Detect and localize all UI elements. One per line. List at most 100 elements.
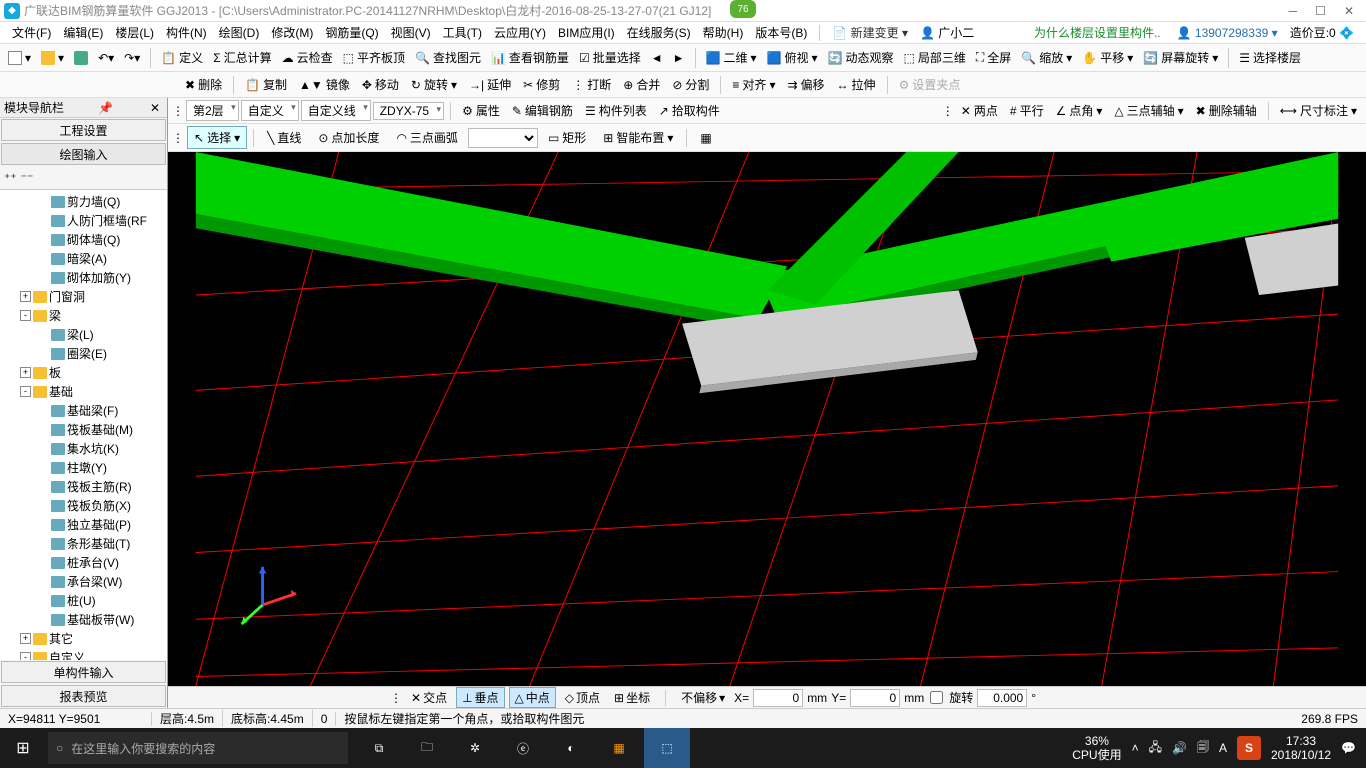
project-settings-button[interactable]: 工程设置 bbox=[1, 119, 166, 141]
find-button[interactable]: 🔍 查找图元 bbox=[411, 47, 485, 68]
select-button[interactable]: ↖ 选择 ▾ bbox=[187, 126, 247, 149]
phone-label[interactable]: 👤 13907298339 ▾ bbox=[1171, 24, 1284, 42]
taskbar-app-edge[interactable]: ⓔ bbox=[500, 728, 546, 768]
taskbar-search[interactable]: ○ 在这里输入你要搜索的内容 bbox=[48, 732, 348, 764]
three-point-aux-button[interactable]: △ 三点辅轴 ▾ bbox=[1109, 100, 1188, 121]
task-view-icon[interactable]: ⧉ bbox=[356, 728, 402, 768]
start-button[interactable]: ⊞ bbox=[0, 728, 46, 768]
tree-item[interactable]: 暗梁(A) bbox=[0, 249, 167, 268]
define-button[interactable]: 📋 定义 bbox=[157, 47, 207, 68]
two-point-button[interactable]: ✕ 两点 bbox=[956, 100, 1003, 121]
rotate-button[interactable]: ↻ 旋转 ▾ bbox=[406, 74, 462, 95]
expand-icon[interactable]: ⁺⁺ bbox=[4, 171, 17, 185]
tree-item[interactable]: 集水坑(K) bbox=[0, 439, 167, 458]
tree-item[interactable]: +其它 bbox=[0, 629, 167, 648]
tree-item[interactable]: +板 bbox=[0, 363, 167, 382]
open-file-button[interactable]: ▾ bbox=[37, 49, 68, 67]
extra-button[interactable]: ▦ bbox=[693, 128, 718, 148]
pan-button[interactable]: ✋ 平移 ▾ bbox=[1078, 47, 1137, 68]
trim-button[interactable]: ✂ 修剪 bbox=[518, 74, 565, 95]
edit-rebar-button[interactable]: ✎ 编辑钢筋 bbox=[507, 100, 578, 121]
viewport-canvas[interactable] bbox=[168, 152, 1366, 686]
break-button[interactable]: ⋮ 打断 bbox=[567, 74, 616, 95]
nav-prev-button[interactable]: ◄ bbox=[647, 49, 667, 67]
view-rebar-button[interactable]: 📊 查看钢筋量 bbox=[487, 47, 573, 68]
level-button[interactable]: ⬚ 平齐板顶 bbox=[339, 47, 409, 68]
point-length-button[interactable]: ⊙ 点加长度 bbox=[311, 126, 386, 149]
tree-item[interactable]: 独立基础(P) bbox=[0, 515, 167, 534]
tree-item[interactable]: 筏板基础(M) bbox=[0, 420, 167, 439]
maximize-button[interactable]: ☐ bbox=[1315, 4, 1326, 18]
local3d-button[interactable]: ⬚ 局部三维 bbox=[899, 47, 969, 68]
tree-item[interactable]: 砌体加筋(Y) bbox=[0, 268, 167, 287]
tree-expander-icon[interactable]: + bbox=[20, 367, 31, 378]
line-button[interactable]: ╲ 直线 bbox=[260, 126, 308, 149]
rect-button[interactable]: ▭ 矩形 bbox=[541, 126, 593, 149]
redo-button[interactable]: ↷▾ bbox=[120, 49, 144, 67]
tree-item[interactable]: -梁 bbox=[0, 306, 167, 325]
minimize-button[interactable]: ─ bbox=[1289, 4, 1298, 18]
point-angle-button[interactable]: ∠ 点角 ▾ bbox=[1051, 100, 1108, 121]
menu-rebar[interactable]: 钢筋量(Q) bbox=[319, 22, 384, 43]
tray-battery-icon[interactable]: 🗐 bbox=[1197, 738, 1209, 759]
tree-expander-icon[interactable]: - bbox=[20, 310, 31, 321]
tree-item[interactable]: 人防门框墙(RF bbox=[0, 211, 167, 230]
tree-item[interactable]: 桩承台(V) bbox=[0, 553, 167, 572]
name-dropdown[interactable]: ZDYX-75 bbox=[373, 102, 444, 120]
panel-close-icon[interactable]: ✕ bbox=[147, 101, 163, 115]
split-button[interactable]: ⊘ 分割 bbox=[667, 74, 714, 95]
tree-expander-icon[interactable]: + bbox=[20, 291, 31, 302]
tray-volume-icon[interactable]: 🔊 bbox=[1172, 741, 1187, 755]
menu-file[interactable]: 文件(F) bbox=[6, 22, 57, 43]
type-dropdown[interactable]: 自定义线 bbox=[301, 100, 371, 121]
snap-coord[interactable]: ⊞ 坐标 bbox=[609, 688, 655, 707]
align-button[interactable]: ≡ 对齐 ▾ bbox=[727, 74, 780, 95]
tree-item[interactable]: 承台梁(W) bbox=[0, 572, 167, 591]
rotate-input[interactable] bbox=[977, 689, 1027, 707]
taskbar-app-4[interactable]: ▦ bbox=[596, 728, 642, 768]
tree-item[interactable]: 圈梁(E) bbox=[0, 344, 167, 363]
pick-member-button[interactable]: ↗ 拾取构件 bbox=[654, 100, 725, 121]
tray-network-icon[interactable]: 🖧 bbox=[1149, 738, 1162, 759]
taskbar-app-3[interactable]: ◐ bbox=[548, 728, 594, 768]
delete-button[interactable]: ✖ 删除 bbox=[180, 74, 227, 95]
notification-badge[interactable]: 76 bbox=[730, 0, 756, 18]
mirror-button[interactable]: ▲▼ 镜像 bbox=[294, 74, 355, 95]
tree-item[interactable]: -基础 bbox=[0, 382, 167, 401]
tree-item[interactable]: -自定义 bbox=[0, 648, 167, 660]
floor-dropdown[interactable]: 第2层 bbox=[186, 100, 239, 121]
snap-intersect[interactable]: ✕ 交点 bbox=[406, 688, 452, 707]
taskbar-app-2[interactable]: ✲ bbox=[452, 728, 498, 768]
undo-button[interactable]: ↶▾ bbox=[94, 49, 118, 67]
menu-floor[interactable]: 楼层(L) bbox=[109, 22, 160, 43]
menu-edit[interactable]: 编辑(E) bbox=[57, 22, 109, 43]
menu-view[interactable]: 视图(V) bbox=[385, 22, 437, 43]
menu-bim[interactable]: BIM应用(I) bbox=[552, 22, 621, 43]
new-file-button[interactable]: ▾ bbox=[4, 49, 35, 67]
tray-up-icon[interactable]: ˄ bbox=[1132, 741, 1139, 755]
tree-expander-icon[interactable]: - bbox=[20, 386, 31, 397]
extend-button[interactable]: →| 延伸 bbox=[464, 74, 516, 95]
single-member-button[interactable]: 单构件输入 bbox=[1, 661, 166, 683]
menu-version[interactable]: 版本号(B) bbox=[749, 22, 813, 43]
smart-place-button[interactable]: ⊞ 智能布置 ▾ bbox=[596, 126, 680, 149]
tree-item[interactable]: 条形基础(T) bbox=[0, 534, 167, 553]
new-change-button[interactable]: 📄 新建变更 ▾ bbox=[826, 22, 914, 43]
menu-draw[interactable]: 绘图(D) bbox=[213, 22, 266, 43]
report-preview-button[interactable]: 报表预览 bbox=[1, 685, 166, 707]
close-button[interactable]: ✕ bbox=[1344, 4, 1354, 18]
category-dropdown[interactable]: 自定义 bbox=[241, 100, 299, 121]
collapse-icon[interactable]: ⁻⁻ bbox=[21, 171, 34, 185]
fullscreen-button[interactable]: ⛶ 全屏 bbox=[972, 47, 1015, 68]
tray-notifications-icon[interactable]: 💬 bbox=[1341, 741, 1356, 755]
screen-rotate-button[interactable]: 🔄 屏幕旋转 ▾ bbox=[1139, 47, 1222, 68]
tree-item[interactable]: +门窗洞 bbox=[0, 287, 167, 306]
tree-expander-icon[interactable]: + bbox=[20, 633, 31, 644]
view2d-button[interactable]: 🟦 二维 ▾ bbox=[702, 47, 761, 68]
x-input[interactable] bbox=[753, 689, 803, 707]
tree-item[interactable]: 基础板带(W) bbox=[0, 610, 167, 629]
parallel-button[interactable]: # 平行 bbox=[1005, 100, 1049, 121]
menu-cloud[interactable]: 云应用(Y) bbox=[488, 22, 552, 43]
copy-button[interactable]: 📋 复制 bbox=[240, 74, 292, 95]
menu-online[interactable]: 在线服务(S) bbox=[621, 22, 697, 43]
